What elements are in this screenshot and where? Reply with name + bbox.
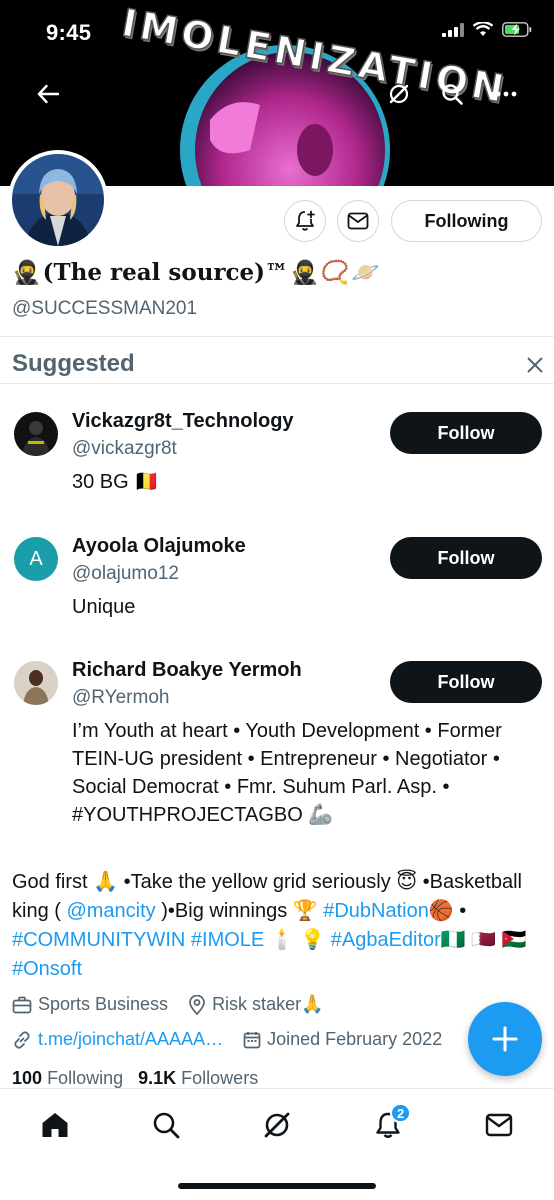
follow-button[interactable]: Follow <box>390 661 542 703</box>
profile-bio: God first 🙏 •Take the yellow grid seriou… <box>12 868 542 984</box>
bio-text: 🕯️ 💡 <box>264 929 331 951</box>
home-icon <box>42 1113 68 1137</box>
status-time: 9:45 <box>46 20 92 45</box>
notify-button[interactable] <box>284 200 326 242</box>
tab-messages[interactable] <box>477 1103 521 1147</box>
bio-hashtag-link[interactable]: #AgbaEditor <box>331 929 441 951</box>
profile-avatar[interactable] <box>8 150 108 250</box>
followers-label: Followers <box>181 1068 259 1088</box>
suggested-title: Suggested <box>12 350 135 377</box>
bio-hashtag-link[interactable]: #IMOLE <box>191 929 264 951</box>
profile-handle: @SUCCESSMAN201 <box>12 298 198 319</box>
calendar-icon <box>243 1031 261 1048</box>
divider <box>0 383 554 384</box>
bio-text: 🇳🇬 🇶🇦 🇯🇴 <box>440 929 527 951</box>
close-suggested-button[interactable] <box>522 352 548 378</box>
display-name-text: (The real source)™ <box>42 259 289 286</box>
suggested-handle: @olajumo12 <box>72 563 179 584</box>
grok-icon <box>389 84 409 104</box>
avatar <box>14 661 58 705</box>
compose-post-button[interactable] <box>468 1002 542 1076</box>
wifi-icon <box>473 22 493 36</box>
suggested-name[interactable]: Ayoola Olajumoke <box>72 535 246 558</box>
profile-category: Sports Business Risk staker🙏 <box>12 994 324 1015</box>
following-number: 100 <box>12 1068 43 1088</box>
profile-website-link[interactable]: t.me/joinchat/AAAAA… <box>38 1029 223 1050</box>
suggested-bio: 30 BG 🇧🇪 <box>72 471 160 493</box>
close-icon <box>527 357 543 373</box>
search-icon <box>153 1112 180 1139</box>
mail-icon <box>347 212 369 230</box>
display-name: 🥷 (The real source)™ 🥷 📿 🪐 <box>12 259 380 286</box>
prayer-beads-emoji: 📿 <box>320 259 350 286</box>
search-button[interactable] <box>434 76 470 112</box>
bio-hashtag-link[interactable]: #COMMUNITYWIN <box>12 929 185 951</box>
profile-link-row: t.me/joinchat/AAAAA… Joined February 202… <box>12 1029 442 1050</box>
link-icon <box>14 1030 30 1049</box>
ninja-emoji-right: 🥷 <box>290 259 319 286</box>
suggested-bio: I’m Youth at heart • Youth Development •… <box>72 720 502 826</box>
tab-grok[interactable] <box>255 1103 299 1147</box>
home-indicator <box>178 1183 376 1189</box>
follow-button[interactable]: Follow <box>390 537 542 579</box>
followers-count[interactable]: 9.1K Followers <box>138 1068 258 1088</box>
follow-counts: 100 Following 9.1K Followers <box>12 1068 258 1089</box>
tab-search[interactable] <box>144 1103 188 1147</box>
category-text: Sports Business <box>38 994 169 1014</box>
bio-mention-link[interactable]: @mancity <box>66 900 155 922</box>
tab-notifications[interactable]: 2 <box>366 1103 412 1147</box>
bio-text: )•Big winnings 🏆 <box>155 900 324 922</box>
following-count[interactable]: 100 Following <box>12 1068 123 1088</box>
suggested-handle: @RYermoh <box>72 687 170 708</box>
location-text: Risk staker🙏 <box>212 994 324 1014</box>
avatar <box>12 154 104 246</box>
suggested-name[interactable]: Vickazgr8t_Technology <box>72 410 294 433</box>
bio-hashtag-link[interactable]: #Onsoft <box>12 958 82 980</box>
status-bar: 9:45 <box>0 0 554 64</box>
suggested-bio: Unique <box>72 596 136 618</box>
signal-icon <box>442 22 464 37</box>
bio-hashtag-link[interactable]: #DubNation <box>323 900 429 922</box>
location-icon <box>189 994 205 1015</box>
suggested-handle: @vickazgr8t <box>72 438 177 459</box>
back-arrow-icon <box>37 84 59 104</box>
battery-charging-icon <box>502 22 532 37</box>
plus-icon <box>492 1026 518 1052</box>
tab-home[interactable] <box>33 1103 77 1147</box>
avatar <box>14 412 58 456</box>
message-button[interactable] <box>337 200 379 242</box>
more-icon <box>495 91 517 97</box>
divider <box>0 336 554 337</box>
search-icon <box>442 84 463 105</box>
bio-text: 🏀 • <box>428 900 467 922</box>
suggested-name[interactable]: Richard Boakye Yermoh <box>72 659 302 682</box>
messages-icon <box>485 1113 513 1137</box>
following-label: Following <box>47 1068 124 1088</box>
following-button[interactable]: Following <box>391 200 542 242</box>
notifications-badge: 2 <box>390 1103 412 1123</box>
followers-number: 9.1K <box>138 1068 177 1088</box>
more-button[interactable] <box>488 76 524 112</box>
ninja-emoji-left: 🥷 <box>12 259 41 286</box>
grok-icon <box>264 1112 290 1138</box>
back-button[interactable] <box>30 76 66 112</box>
planet-emoji: 🪐 <box>351 259 380 286</box>
avatar: A <box>14 537 58 581</box>
follow-button[interactable]: Follow <box>390 412 542 454</box>
notification-add-icon <box>296 210 315 231</box>
joined-date: Joined February 2022 <box>267 1029 443 1049</box>
briefcase-icon <box>12 996 32 1013</box>
grok-button[interactable] <box>381 76 417 112</box>
